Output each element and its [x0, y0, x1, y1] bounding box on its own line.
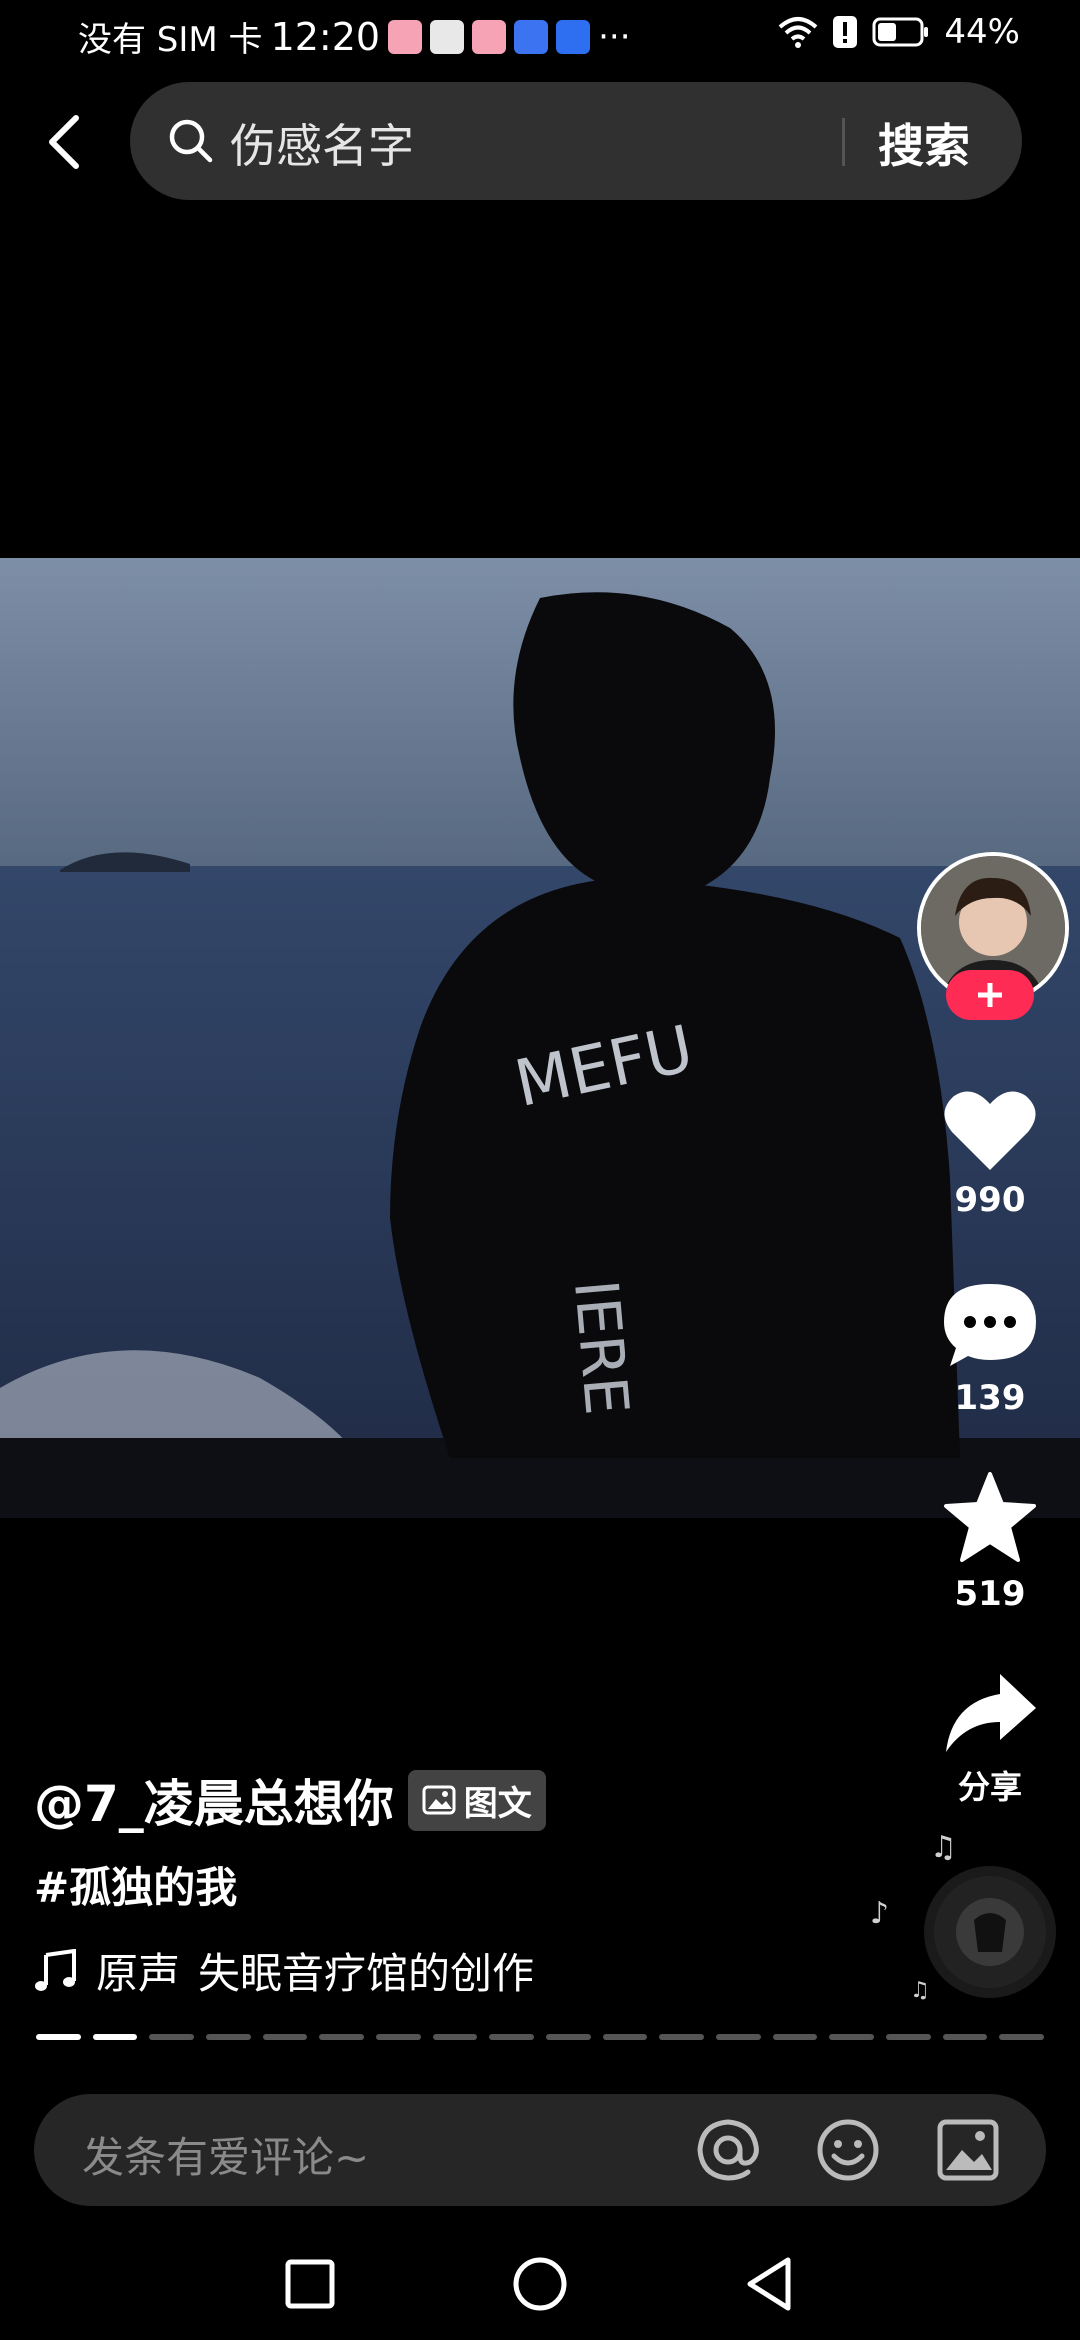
music-note-icon: ♫ [910, 1978, 930, 2003]
app-notification-icon [388, 19, 423, 54]
share-action[interactable]: 分享 [930, 1670, 1050, 1808]
image-icon [422, 1785, 456, 1815]
author-name[interactable]: @7_凌晨总想你 [34, 1764, 394, 1836]
progress-segment [206, 2034, 251, 2040]
progress-segment [829, 2034, 875, 2040]
like-action[interactable]: 990 [930, 1088, 1050, 1220]
mention-icon[interactable] [694, 2116, 762, 2184]
progress-segment [886, 2034, 931, 2040]
favorite-action[interactable]: 519 [930, 1470, 1050, 1614]
chevron-left-icon [49, 115, 79, 169]
progress-segment [546, 2034, 591, 2040]
share-label: 分享 [957, 1768, 1022, 1806]
back-button[interactable] [36, 110, 100, 174]
post-photo: MEFU IERE [0, 558, 1080, 1518]
star-icon [944, 1472, 1036, 1562]
post-type-badge: 图文 [407, 1769, 546, 1831]
progress-segment [942, 2034, 988, 2040]
more-notifications-icon: ··· [598, 16, 631, 57]
favorite-count: 519 [954, 1574, 1026, 1614]
progress-segment [772, 2034, 818, 2040]
progress-segment [659, 2034, 705, 2040]
music-row[interactable]: 原声 失眠音疗馆的创作 [34, 1940, 618, 2001]
recents-square-icon[interactable] [280, 2254, 340, 2314]
clock: 12:20 [270, 14, 381, 59]
search-icon [169, 119, 213, 163]
music-disc-button[interactable] [924, 1866, 1056, 1998]
music-note-icon [35, 1948, 76, 1991]
search-button[interactable]: 搜索 [878, 110, 970, 176]
music-title: 失眠音疗馆的创作 [198, 1949, 535, 1998]
progress-segment [149, 2034, 195, 2040]
author-row: @7_凌晨总想你 图文 [34, 1764, 546, 1836]
system-nav-bar [0, 2230, 1080, 2340]
heart-icon [944, 1091, 1036, 1170]
post-type-label: 图文 [463, 1783, 532, 1824]
share-icon [946, 1674, 1036, 1752]
battery-icon [872, 17, 929, 47]
image-picker-icon[interactable] [934, 2116, 1002, 2184]
comment-icon [944, 1284, 1036, 1366]
carrier-label: 没有 SIM 卡 [78, 20, 263, 60]
progress-segment [716, 2034, 761, 2040]
emoji-icon[interactable] [814, 2116, 882, 2184]
plus-icon [978, 983, 1002, 1007]
comment-action[interactable]: 139 [930, 1282, 1050, 1418]
music-note-icon: ♪ [870, 1896, 890, 1931]
follow-button[interactable] [946, 970, 1034, 1020]
battery-percent: 44% [944, 12, 1020, 52]
like-count: 990 [954, 1180, 1026, 1220]
progress-segment [262, 2034, 308, 2040]
comment-input[interactable]: 发条有爱评论~ [82, 2124, 369, 2185]
progress-segment [999, 2034, 1045, 2040]
hashtag-link[interactable]: #孤独的我 [34, 1854, 237, 1915]
music-disc-icon [956, 1898, 1024, 1966]
progress-segment [319, 2034, 365, 2040]
comment-count: 139 [954, 1378, 1026, 1418]
weather-notification-icon [514, 19, 549, 54]
huawei-notification-icon [430, 19, 465, 54]
search-input[interactable]: 伤感名字 [230, 110, 414, 176]
progress-segment [432, 2034, 478, 2040]
music-note-icon: ♫ [930, 1830, 957, 1865]
home-circle-icon[interactable] [510, 2254, 570, 2314]
slide-progress [36, 2034, 1045, 2040]
app-notification-icon [472, 19, 507, 54]
progress-segment [489, 2034, 535, 2040]
search-divider [842, 118, 845, 166]
status-bar: 没有 SIM 卡 12:20 ··· 44% [0, 0, 1080, 74]
svg-text:IERE: IERE [560, 1277, 642, 1418]
search-bar[interactable]: 伤感名字 搜索 [130, 82, 1022, 200]
comment-bar[interactable]: 发条有爱评论~ [34, 2094, 1046, 2206]
post-image[interactable]: MEFU IERE [0, 558, 1080, 1518]
progress-segment [602, 2034, 648, 2040]
back-triangle-icon[interactable] [740, 2254, 800, 2314]
wifi-icon [779, 17, 818, 48]
progress-segment [376, 2034, 421, 2040]
alert-icon [833, 16, 858, 48]
tips-notification-icon [556, 19, 591, 54]
progress-segment [36, 2034, 81, 2040]
progress-segment [92, 2034, 138, 2040]
music-prefix: 原声 [96, 1949, 181, 1998]
